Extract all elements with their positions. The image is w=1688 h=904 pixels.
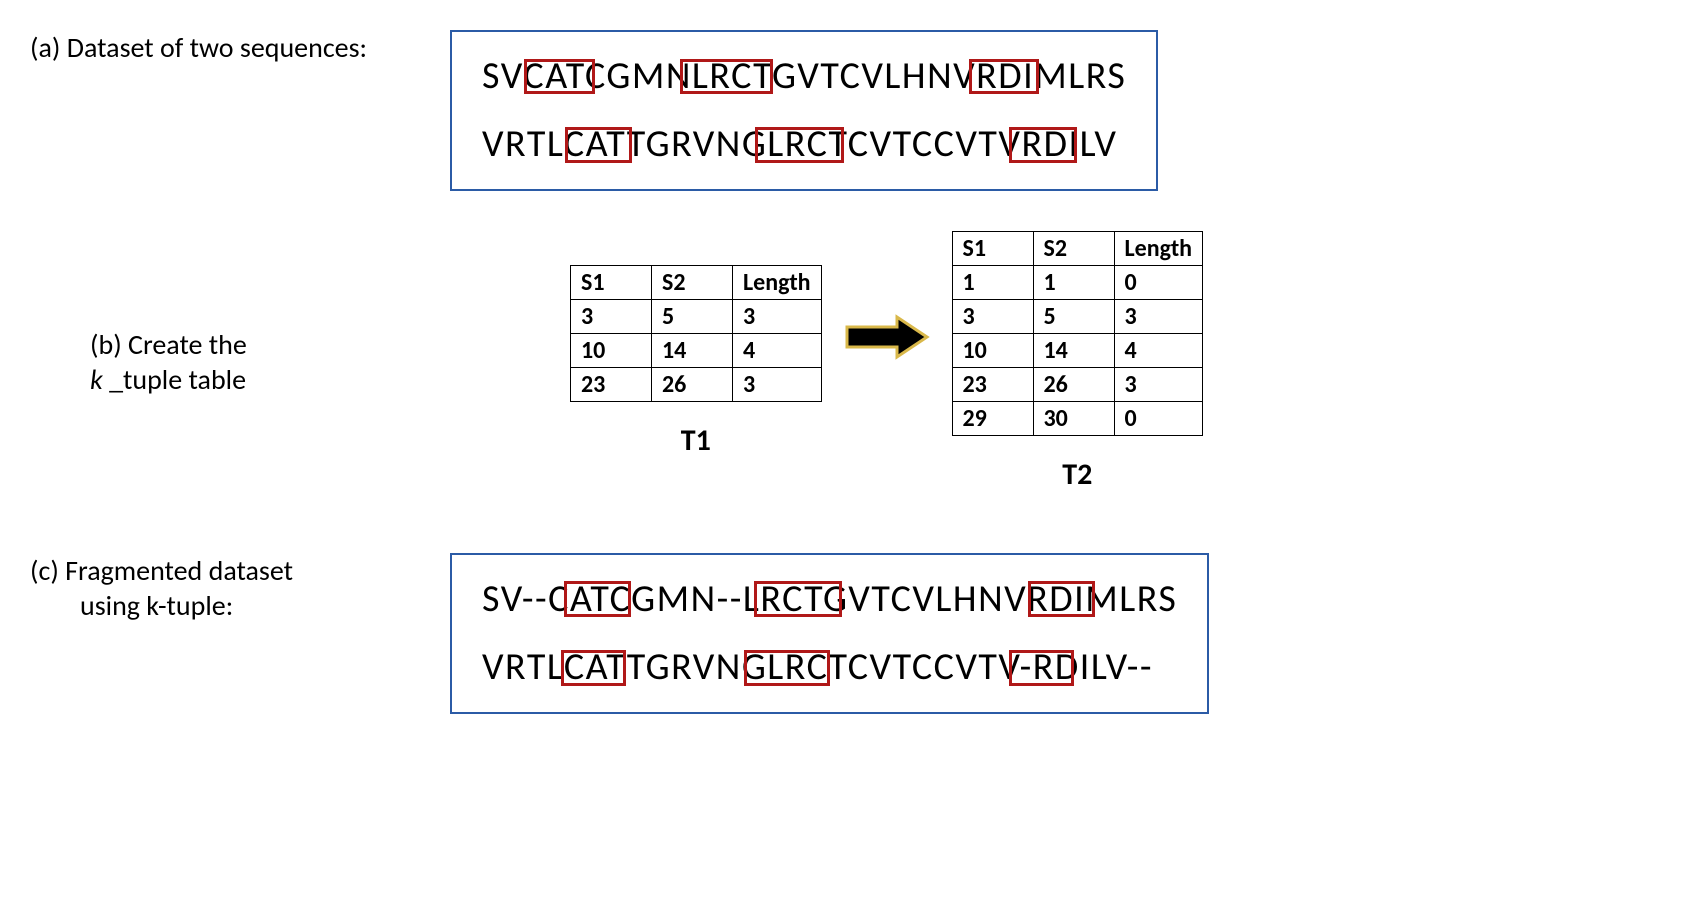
highlight-box xyxy=(1028,581,1095,617)
table-header: S1 xyxy=(571,265,652,299)
section-b-line2: _tuple table xyxy=(103,362,246,397)
table-t2-block: S1S2Length110353101442326329300 T2 xyxy=(952,231,1204,493)
highlight-box xyxy=(1009,650,1074,686)
table-t2-caption: T2 xyxy=(1062,456,1092,493)
highlight-box xyxy=(744,650,829,686)
section-b-line1: Create the xyxy=(128,327,247,362)
table-row: 23263 xyxy=(952,367,1203,401)
table-header: S2 xyxy=(1033,231,1114,265)
highlight-box xyxy=(565,127,633,163)
section-a-label: (a) Dataset of two sequences: xyxy=(30,30,450,65)
section-b-k: k xyxy=(90,362,103,397)
table-cell: 10 xyxy=(571,333,652,367)
table-cell: 26 xyxy=(652,367,733,401)
table-cell: 5 xyxy=(1033,299,1114,333)
table-row: 10144 xyxy=(571,333,822,367)
table-cell: 1 xyxy=(952,265,1033,299)
section-a-text: Dataset of two sequences: xyxy=(67,30,367,65)
highlight-box xyxy=(1009,127,1077,163)
table-cell: 3 xyxy=(952,299,1033,333)
highlight-box xyxy=(680,59,773,95)
table-cell: 26 xyxy=(1033,367,1114,401)
highlight-box xyxy=(754,581,842,617)
table-row: 353 xyxy=(571,299,822,333)
sequence-box-a: SVCATCGMNLRCTGVTCVLHNVRDIMLRS VRTLCATTGR… xyxy=(450,30,1158,191)
table-cell: 23 xyxy=(571,367,652,401)
tables-wrap: S1S2Length3531014423263 T1 S1S2Length110… xyxy=(570,231,1658,493)
table-t1-caption: T1 xyxy=(681,422,711,459)
sequence-box-c: SV--CATCGMN--LRCTGVTCVLHNVRDIMLRS VRTLCA… xyxy=(450,553,1209,714)
table-cell: 3 xyxy=(1114,367,1203,401)
table-cell: 0 xyxy=(1114,401,1203,435)
section-c: (c) Fragmented dataset using k-tuple: SV… xyxy=(30,553,1658,714)
table-cell: 14 xyxy=(652,333,733,367)
table-row: 353 xyxy=(952,299,1203,333)
section-b-label: (b) Create the k _tuple table xyxy=(30,327,510,397)
table-header: S1 xyxy=(952,231,1033,265)
highlight-box xyxy=(561,650,626,686)
table-cell: 10 xyxy=(952,333,1033,367)
section-c-label: (c) Fragmented dataset using k-tuple: xyxy=(30,553,450,623)
table-header: Length xyxy=(733,265,822,299)
table-cell: 4 xyxy=(733,333,822,367)
section-b-prefix: (b) xyxy=(90,327,128,362)
table-t2: S1S2Length110353101442326329300 xyxy=(952,231,1204,436)
table-row: 10144 xyxy=(952,333,1203,367)
table-cell: 29 xyxy=(952,401,1033,435)
table-cell: 3 xyxy=(571,299,652,333)
table-cell: 3 xyxy=(733,299,822,333)
table-row: 23263 xyxy=(571,367,822,401)
table-cell: 4 xyxy=(1114,333,1203,367)
section-c-prefix: (c) xyxy=(30,553,65,588)
highlight-box xyxy=(524,59,595,95)
table-row: 29300 xyxy=(952,401,1203,435)
sequence-c1: SV--CATCGMN--LRCTGVTCVLHNVRDIMLRS xyxy=(482,565,1177,633)
section-c-line2: using k-tuple: xyxy=(30,588,450,623)
table-cell: 5 xyxy=(652,299,733,333)
highlight-box xyxy=(755,127,844,163)
table-cell: 23 xyxy=(952,367,1033,401)
table-t1-block: S1S2Length3531014423263 T1 xyxy=(570,265,822,459)
table-cell: 3 xyxy=(733,367,822,401)
table-cell: 30 xyxy=(1033,401,1114,435)
arrow-icon xyxy=(842,312,932,362)
sequence-a2: VRTLCATTGRVNGLRCTCVTCCVTVRDILV xyxy=(482,110,1126,178)
sequence-c2: VRTLCATTGRVNGLRCTCVTCCVTV-RDILV-- xyxy=(482,633,1177,701)
table-row: 110 xyxy=(952,265,1203,299)
table-cell: 14 xyxy=(1033,333,1114,367)
highlight-box xyxy=(564,581,631,617)
table-cell: 0 xyxy=(1114,265,1203,299)
section-a: (a) Dataset of two sequences: SVCATCGMNL… xyxy=(30,30,1658,191)
table-cell: 3 xyxy=(1114,299,1203,333)
table-header: S2 xyxy=(652,265,733,299)
section-a-prefix: (a) xyxy=(30,30,67,65)
section-c-line1: Fragmented dataset xyxy=(65,553,293,588)
table-cell: 1 xyxy=(1033,265,1114,299)
table-header: Length xyxy=(1114,231,1203,265)
section-b: (b) Create the k _tuple table S1S2Length… xyxy=(30,231,1658,493)
table-t1: S1S2Length3531014423263 xyxy=(570,265,822,402)
highlight-box xyxy=(969,59,1040,95)
sequence-a1: SVCATCGMNLRCTGVTCVLHNVRDIMLRS xyxy=(482,42,1126,110)
